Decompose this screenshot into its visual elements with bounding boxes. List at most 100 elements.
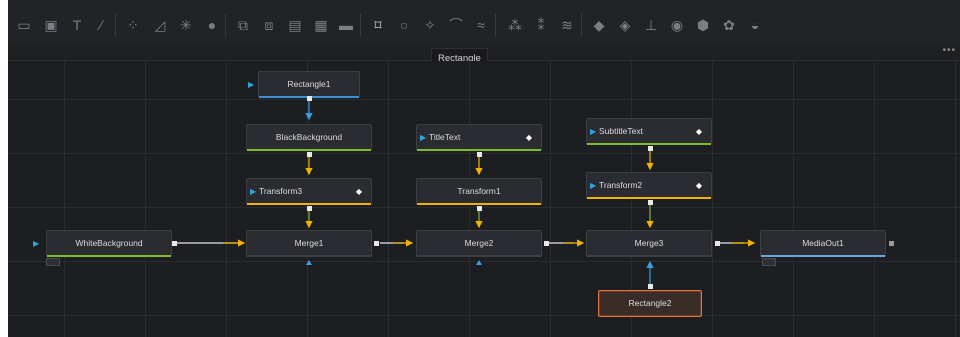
input-arrow-icon: ▶ bbox=[248, 80, 255, 89]
rectangle-mask-icon[interactable]: ⌑ bbox=[368, 15, 388, 35]
glow-icon[interactable]: ✳ bbox=[176, 15, 196, 35]
node-type-line bbox=[47, 255, 171, 257]
node-thumbnail-toggle[interactable] bbox=[46, 258, 60, 266]
crop-icon[interactable]: ▤ bbox=[285, 15, 305, 35]
input-arrow-icon: ▶ bbox=[33, 239, 40, 248]
output-port[interactable] bbox=[477, 206, 482, 211]
node-type-line bbox=[587, 143, 711, 145]
node-label: SubtitleText bbox=[599, 126, 643, 136]
node-label: Rectangle2 bbox=[628, 298, 672, 308]
node-label: Merge1 bbox=[294, 238, 324, 248]
input-arrow-icon: ▶ bbox=[590, 181, 597, 190]
renderer3d-icon[interactable]: ⬢ bbox=[693, 15, 713, 35]
imageplane3d-icon[interactable]: ◒ bbox=[745, 15, 765, 35]
node-rectangle2[interactable]: Rectangle2 bbox=[598, 290, 702, 317]
bspline-mask-icon[interactable]: ⌒ bbox=[446, 15, 466, 35]
view-indicator-icon: ◆ bbox=[525, 133, 532, 142]
node-type-line bbox=[247, 149, 371, 151]
particle-emitter-icon[interactable]: ⁂ bbox=[505, 15, 525, 35]
output-port[interactable] bbox=[172, 241, 177, 246]
node-label: Transform1 bbox=[457, 186, 501, 196]
toolbar-separator bbox=[360, 14, 361, 36]
node-editor-canvas[interactable]: ▶ Rectangle1 BlackBackground ▶ TitleText… bbox=[8, 61, 960, 337]
node-label: Transform3 bbox=[259, 186, 303, 196]
node-rectangle1[interactable]: ▶ Rectangle1 bbox=[248, 71, 360, 98]
merge-icon[interactable]: ⧉ bbox=[233, 15, 253, 35]
shape3d-icon[interactable]: ◆ bbox=[589, 15, 609, 35]
input-arrow-icon: ▶ bbox=[420, 133, 427, 142]
output-port[interactable] bbox=[307, 206, 312, 211]
node-titletext[interactable]: ▶ TitleText ◆ bbox=[416, 124, 542, 151]
view-indicator-icon: ◆ bbox=[355, 187, 362, 196]
transform-icon[interactable]: ⧈ bbox=[259, 15, 279, 35]
output-port[interactable] bbox=[715, 241, 720, 246]
node-transform1[interactable]: Transform1 bbox=[416, 178, 542, 205]
node-type-line bbox=[587, 197, 711, 199]
node-transform3[interactable]: ▶ Transform3 ◆ bbox=[246, 178, 372, 205]
mask-input-icon[interactable] bbox=[476, 260, 482, 265]
blur-icon[interactable]: ⁘ bbox=[123, 15, 143, 35]
output-port[interactable] bbox=[374, 241, 379, 246]
output-port[interactable] bbox=[544, 241, 549, 246]
node-merge3[interactable]: Merge3 bbox=[586, 230, 712, 257]
view-indicator-icon: ◆ bbox=[695, 181, 702, 190]
node-whitebackground[interactable]: WhiteBackground bbox=[46, 230, 172, 257]
node-label: Merge2 bbox=[464, 238, 494, 248]
output-port[interactable] bbox=[648, 284, 653, 289]
node-mediaout1[interactable]: MediaOut1 bbox=[760, 230, 886, 257]
node-label: BlackBackground bbox=[275, 132, 343, 142]
polygon-mask-icon[interactable]: ✧ bbox=[420, 15, 440, 35]
loader-icon[interactable]: ▦ bbox=[311, 15, 331, 35]
ellipse-mask-icon[interactable]: ○ bbox=[394, 15, 414, 35]
tool-bar: ▭ ▣ T ∕ ⁘ ◿ ✳ ● ⧉ ⧈ ▤ ▦ ▬ ⌑ ○ ✧ ⌒ ≈ ⁂ ⁑ … bbox=[8, 0, 960, 46]
view-indicator-icon: ◆ bbox=[695, 127, 702, 136]
text-icon[interactable]: T bbox=[67, 15, 87, 35]
color-corrector-icon[interactable]: ◿ bbox=[150, 15, 170, 35]
node-type-line bbox=[247, 203, 371, 205]
fusion-window: ▭ ▣ T ∕ ⁘ ◿ ✳ ● ⧉ ⧈ ▤ ▦ ▬ ⌑ ○ ✧ ⌒ ≈ ⁂ ⁑ … bbox=[8, 0, 960, 337]
camera3d-icon[interactable]: ⊥ bbox=[641, 15, 661, 35]
paint-icon[interactable]: ∕ bbox=[91, 15, 111, 35]
toolbar-separator bbox=[115, 14, 116, 36]
toolbar-separator bbox=[225, 14, 226, 36]
toolbar-separator bbox=[495, 14, 496, 36]
input-arrow-icon: ▶ bbox=[590, 127, 597, 136]
node-type-line bbox=[587, 255, 711, 257]
node-merge1[interactable]: Merge1 bbox=[246, 230, 372, 257]
output-port[interactable] bbox=[307, 96, 312, 101]
node-type-line bbox=[761, 255, 885, 257]
light3d-icon[interactable]: ◉ bbox=[667, 15, 687, 35]
node-label: Transform2 bbox=[599, 180, 643, 190]
node-type-line bbox=[247, 255, 371, 257]
node-label: TitleText bbox=[429, 132, 461, 142]
node-label: Merge3 bbox=[634, 238, 664, 248]
output-port[interactable] bbox=[307, 152, 312, 157]
image-icon[interactable]: ▣ bbox=[41, 15, 61, 35]
node-label: MediaOut1 bbox=[802, 238, 844, 248]
fbx-icon[interactable]: ✿ bbox=[719, 15, 739, 35]
node-transform2[interactable]: ▶ Transform2 ◆ bbox=[586, 172, 712, 199]
merge3d-icon[interactable]: ◈ bbox=[615, 15, 635, 35]
output-port[interactable] bbox=[889, 241, 894, 246]
paint-mask-icon[interactable]: ≈ bbox=[471, 15, 491, 35]
node-blackbackground[interactable]: BlackBackground bbox=[246, 124, 372, 151]
node-thumbnail-toggle[interactable] bbox=[762, 258, 776, 266]
node-type-line bbox=[417, 149, 541, 151]
node-type-line bbox=[417, 255, 541, 257]
more-options-icon[interactable]: ••• bbox=[942, 45, 956, 56]
particle-render-icon[interactable]: ⁑ bbox=[531, 15, 551, 35]
node-type-line bbox=[417, 203, 541, 205]
drop-icon[interactable]: ● bbox=[202, 15, 222, 35]
output-port[interactable] bbox=[648, 146, 653, 151]
node-label: Rectangle1 bbox=[287, 79, 331, 89]
node-label: WhiteBackground bbox=[75, 238, 143, 248]
output-port[interactable] bbox=[477, 152, 482, 157]
background-icon[interactable]: ▭ bbox=[14, 15, 34, 35]
output-port[interactable] bbox=[648, 200, 653, 205]
mask-input-icon[interactable] bbox=[306, 260, 312, 265]
node-merge2[interactable]: Merge2 bbox=[416, 230, 542, 257]
saver-icon[interactable]: ▬ bbox=[336, 15, 356, 35]
toolbar-separator bbox=[581, 14, 582, 36]
node-subtitletext[interactable]: ▶ SubtitleText ◆ bbox=[586, 118, 712, 145]
particle-force-icon[interactable]: ≋ bbox=[557, 15, 577, 35]
